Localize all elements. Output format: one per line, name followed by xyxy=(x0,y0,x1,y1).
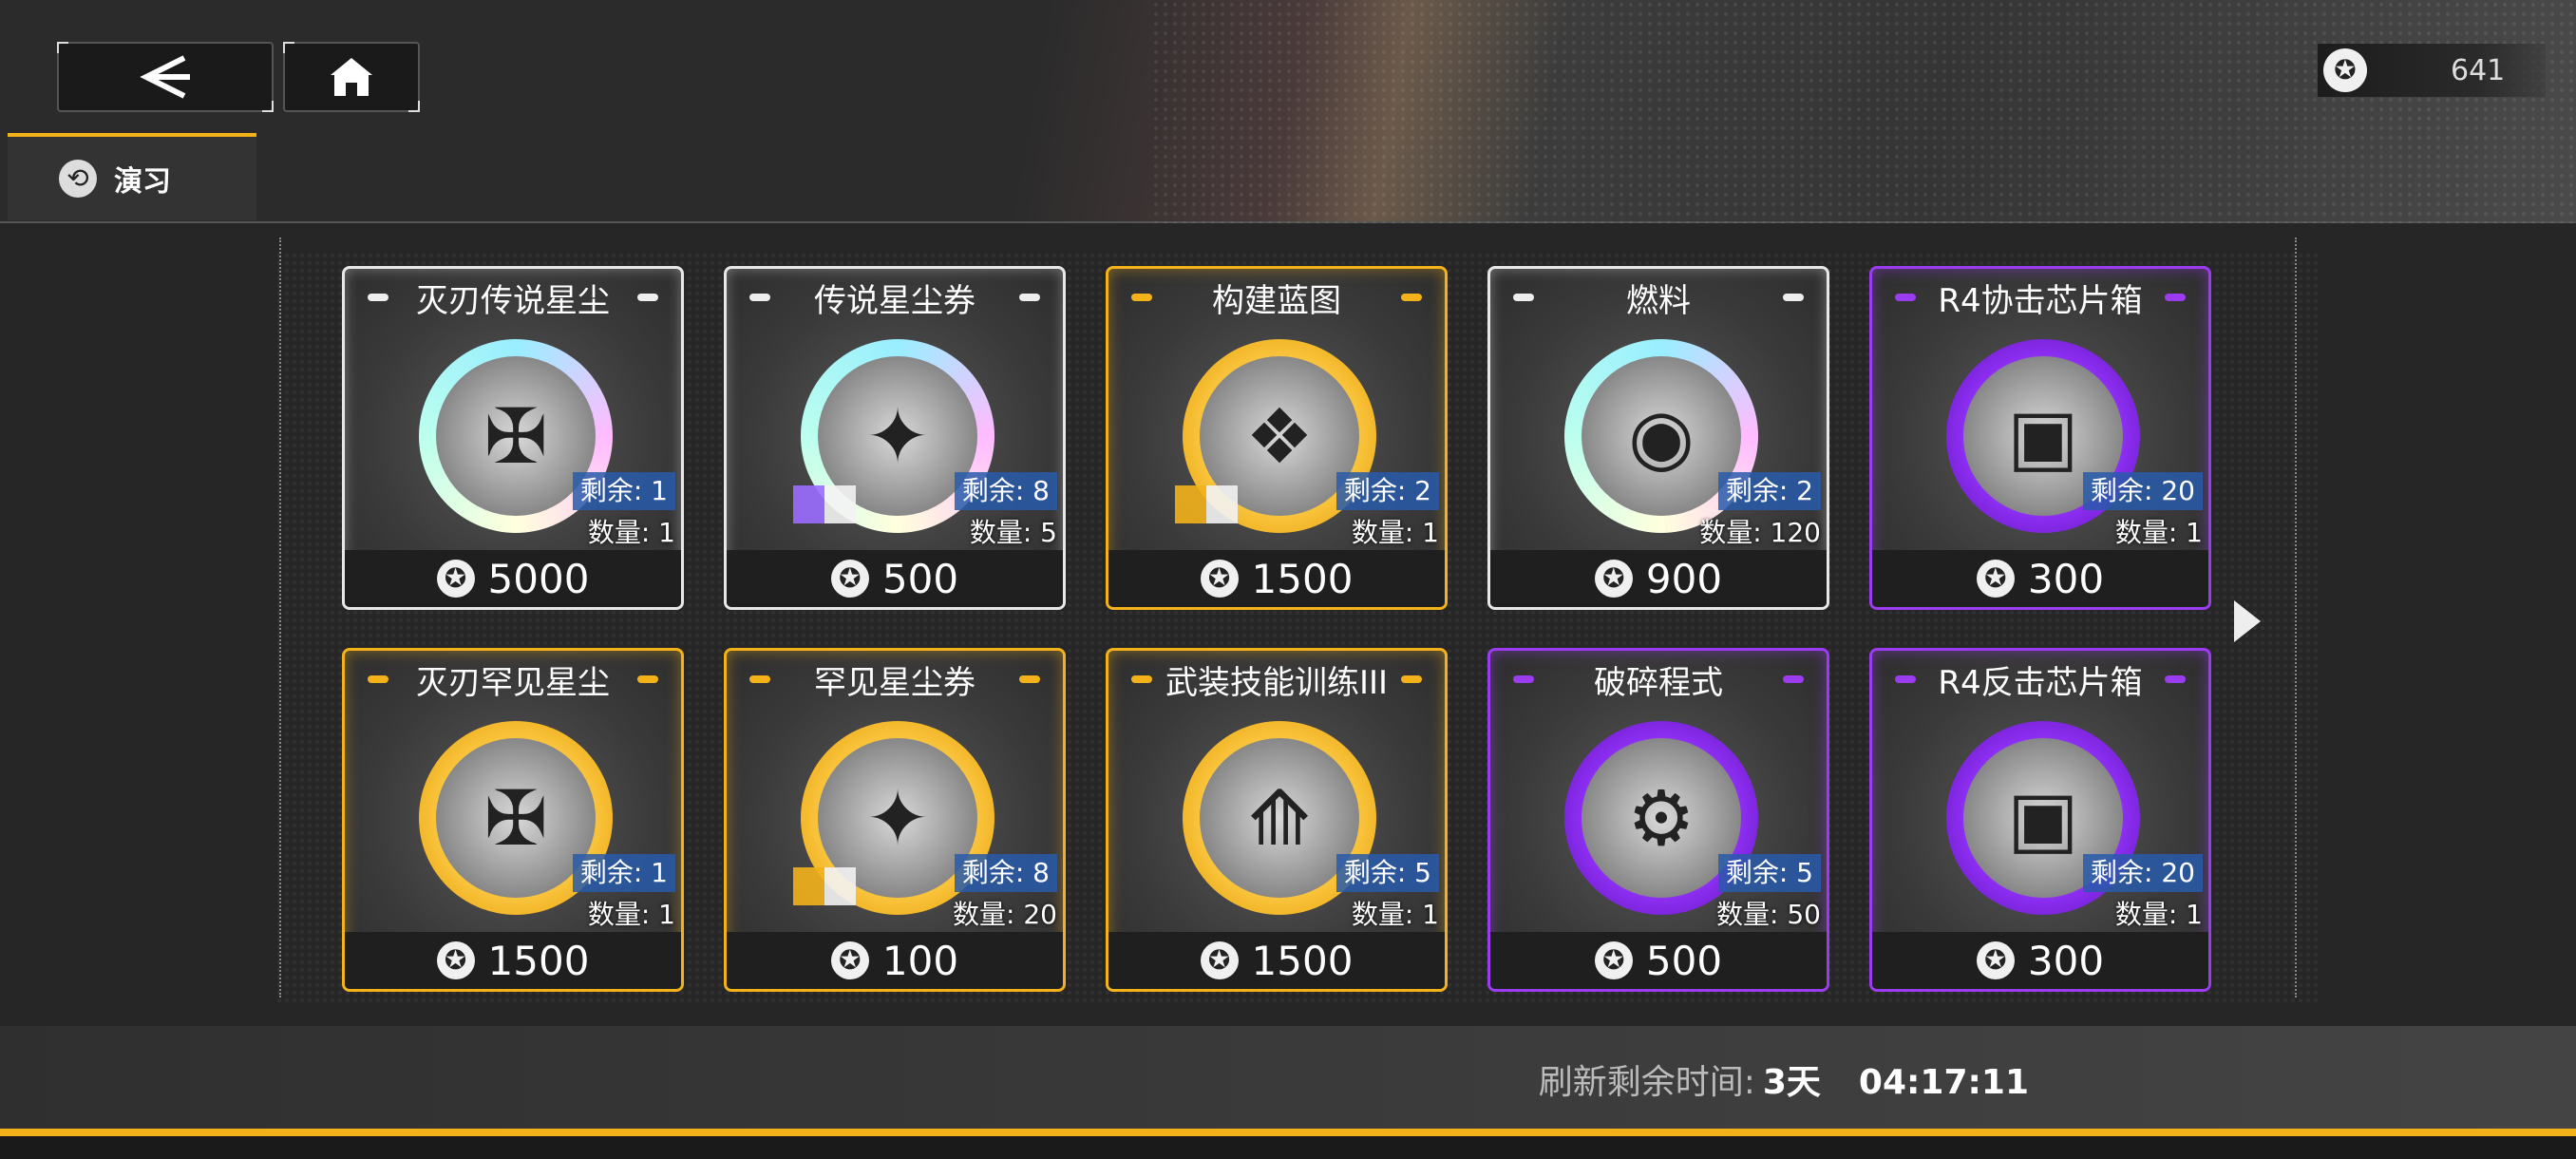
star-coin-icon: ✪ xyxy=(1976,560,2015,598)
tab-exercise[interactable]: ⟲ 演习 xyxy=(8,133,256,220)
item-price[interactable]: ✪ 1500 xyxy=(345,932,681,989)
price-value: 1500 xyxy=(487,937,590,984)
item-quantity: 数量: 1 xyxy=(1351,517,1439,548)
price-value: 1500 xyxy=(1251,555,1354,602)
item-quantity: 数量: 50 xyxy=(1716,899,1821,930)
star-coin-icon: ✪ xyxy=(436,560,475,598)
star-coin-icon: ✪ xyxy=(436,941,475,979)
right-bracket-decoration xyxy=(2295,238,2308,998)
price-value: 1500 xyxy=(1251,937,1354,984)
back-button[interactable] xyxy=(57,42,274,112)
star-coin-icon: ✪ xyxy=(2323,48,2367,92)
shop-item-card[interactable]: 燃料 ◉ 剩余: 2 数量: 120 ✪ 900 xyxy=(1487,266,1829,610)
type-badge-icon xyxy=(793,485,856,523)
tab-label: 演习 xyxy=(114,165,171,199)
bottom-bar: 刷新剩余时间: 3天 04:17:11 xyxy=(0,1026,2576,1130)
star-coin-icon: ✪ xyxy=(1200,560,1239,598)
item-name: 传说星尘券 xyxy=(814,282,975,320)
item-remaining: 剩余: 1 xyxy=(572,472,675,510)
item-name: R4协击芯片箱 xyxy=(1938,282,2143,320)
star-coin-icon: ✪ xyxy=(1976,941,2015,979)
price-value: 500 xyxy=(881,555,959,602)
refresh-time: 04:17:11 xyxy=(1858,1063,2029,1102)
item-name: R4反击芯片箱 xyxy=(1938,664,2143,702)
next-page-arrow-icon[interactable] xyxy=(2234,600,2261,642)
shop-item-card[interactable]: 灭刃罕见星尘 ✠ 剩余: 1 数量: 1 ✪ 1500 xyxy=(342,648,684,992)
shop-item-card[interactable]: 武装技能训练III ⟰ 剩余: 5 数量: 1 ✪ 1500 xyxy=(1106,648,1448,992)
item-remaining: 剩余: 20 xyxy=(2083,472,2203,510)
price-value: 100 xyxy=(881,937,959,984)
type-badge-icon xyxy=(1175,485,1238,523)
item-price[interactable]: ✪ 100 xyxy=(727,932,1063,989)
left-bracket-decoration xyxy=(279,238,293,998)
item-price[interactable]: ✪ 500 xyxy=(727,550,1063,607)
shop-item-card[interactable]: R4协击芯片箱 ▣ 剩余: 20 数量: 1 ✪ 300 xyxy=(1869,266,2211,610)
item-price[interactable]: ✪ 900 xyxy=(1490,550,1827,607)
item-remaining: 剩余: 20 xyxy=(2083,854,2203,892)
item-price[interactable]: ✪ 1500 xyxy=(1108,550,1445,607)
shop-item-card[interactable]: 构建蓝图 ❖ 剩余: 2 数量: 1 ✪ 1500 xyxy=(1106,266,1448,610)
home-button[interactable] xyxy=(283,42,420,112)
refresh-icon: ⟲ xyxy=(59,160,97,198)
item-price[interactable]: ✪ 300 xyxy=(1872,550,2208,607)
price-value: 300 xyxy=(2027,937,2105,984)
item-quantity: 数量: 1 xyxy=(2114,899,2203,930)
price-value: 500 xyxy=(1645,937,1723,984)
refresh-timer: 刷新剩余时间: 3天 04:17:11 xyxy=(1539,1054,2029,1104)
item-name: 罕见星尘券 xyxy=(814,664,975,702)
item-quantity: 数量: 1 xyxy=(1351,899,1439,930)
item-price[interactable]: ✪ 300 xyxy=(1872,932,2208,989)
type-badge-icon xyxy=(793,867,856,905)
item-price[interactable]: ✪ 500 xyxy=(1490,932,1827,989)
currency-amount: 641 xyxy=(2451,53,2506,87)
halftone-decoration xyxy=(1151,0,2576,223)
item-quantity: 数量: 5 xyxy=(969,517,1057,548)
accent-line xyxy=(0,1129,2576,1136)
item-name: 破碎程式 xyxy=(1594,664,1723,702)
item-name: 燃料 xyxy=(1626,282,1691,320)
item-quantity: 数量: 1 xyxy=(2114,517,2203,548)
item-name: 武装技能训练III xyxy=(1165,664,1389,702)
shop-item-card[interactable]: 传说星尘券 ✦ 剩余: 8 数量: 5 ✪ 500 xyxy=(724,266,1066,610)
star-coin-icon: ✪ xyxy=(830,941,869,979)
item-remaining: 剩余: 8 xyxy=(954,854,1057,892)
price-value: 900 xyxy=(1645,555,1723,602)
item-price[interactable]: ✪ 5000 xyxy=(345,550,681,607)
shop-item-card[interactable]: 破碎程式 ⚙ 剩余: 5 数量: 50 ✪ 500 xyxy=(1487,648,1829,992)
item-remaining: 剩余: 5 xyxy=(1717,854,1821,892)
star-coin-icon: ✪ xyxy=(1200,941,1239,979)
item-name: 灭刃传说星尘 xyxy=(416,282,610,320)
refresh-days: 3天 xyxy=(1762,1063,1821,1102)
price-value: 300 xyxy=(2027,555,2105,602)
home-icon xyxy=(331,58,372,96)
item-quantity: 数量: 20 xyxy=(953,899,1057,930)
item-remaining: 剩余: 1 xyxy=(572,854,675,892)
item-price[interactable]: ✪ 1500 xyxy=(1108,932,1445,989)
item-remaining: 剩余: 5 xyxy=(1335,854,1439,892)
item-quantity: 数量: 1 xyxy=(587,899,675,930)
item-name: 构建蓝图 xyxy=(1212,282,1341,320)
shop-item-card[interactable]: 灭刃传说星尘 ✠ 剩余: 1 数量: 1 ✪ 5000 xyxy=(342,266,684,610)
item-remaining: 剩余: 2 xyxy=(1717,472,1821,510)
star-coin-icon: ✪ xyxy=(1594,560,1633,598)
shop-item-card[interactable]: R4反击芯片箱 ▣ 剩余: 20 数量: 1 ✪ 300 xyxy=(1869,648,2211,992)
chevron-left-icon xyxy=(140,55,190,99)
refresh-label: 刷新剩余时间: xyxy=(1538,1063,1755,1102)
currency-display: ✪ 641 xyxy=(2318,44,2546,97)
footer-strip xyxy=(0,1136,2576,1159)
star-coin-icon: ✪ xyxy=(1594,941,1633,979)
item-quantity: 数量: 120 xyxy=(1699,517,1821,548)
item-remaining: 剩余: 8 xyxy=(954,472,1057,510)
shop-item-card[interactable]: 罕见星尘券 ✦ 剩余: 8 数量: 20 ✪ 100 xyxy=(724,648,1066,992)
item-name: 灭刃罕见星尘 xyxy=(416,664,610,702)
item-quantity: 数量: 1 xyxy=(587,517,675,548)
price-value: 5000 xyxy=(487,555,590,602)
star-coin-icon: ✪ xyxy=(830,560,869,598)
item-remaining: 剩余: 2 xyxy=(1335,472,1439,510)
